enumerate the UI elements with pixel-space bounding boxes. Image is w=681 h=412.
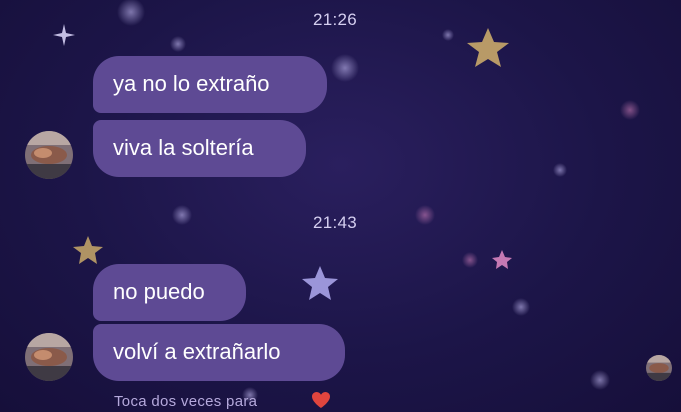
bokeh-dot: [442, 29, 454, 41]
bokeh-dot: [415, 205, 435, 225]
heart-icon[interactable]: [311, 391, 331, 409]
message-bubble[interactable]: volví a extrañarlo: [93, 324, 345, 381]
star-shape: [467, 28, 509, 67]
avatar[interactable]: [25, 131, 73, 179]
message-text: volví a extrañarlo: [113, 339, 281, 364]
message-text: ya no lo extraño: [113, 71, 270, 96]
message-text: no puedo: [113, 279, 205, 304]
avatar[interactable]: [25, 333, 73, 381]
timestamp: 21:26: [313, 10, 358, 29]
bokeh-dot: [170, 36, 186, 52]
double-tap-hint: Toca dos veces para: [114, 393, 258, 410]
timestamp: 21:43: [313, 213, 358, 232]
bokeh-dot: [172, 205, 192, 225]
bokeh-dot: [512, 298, 530, 316]
bokeh-dot: [462, 252, 478, 268]
bokeh-dot: [620, 100, 640, 120]
message-bubble[interactable]: ya no lo extraño: [93, 56, 327, 113]
star-shape: [302, 266, 338, 300]
star-shape: [492, 250, 512, 269]
bokeh-dot: [553, 163, 567, 177]
sparkle-shape: [53, 24, 75, 46]
star-shape: [73, 236, 103, 264]
message-bubble[interactable]: no puedo: [93, 264, 246, 321]
message-bubble[interactable]: viva la soltería: [93, 120, 306, 177]
bokeh-dot: [590, 370, 610, 390]
message-text: viva la soltería: [113, 135, 254, 160]
read-receipt-avatar: [646, 355, 672, 381]
bokeh-dot: [331, 54, 359, 82]
bokeh-dot: [117, 0, 145, 26]
